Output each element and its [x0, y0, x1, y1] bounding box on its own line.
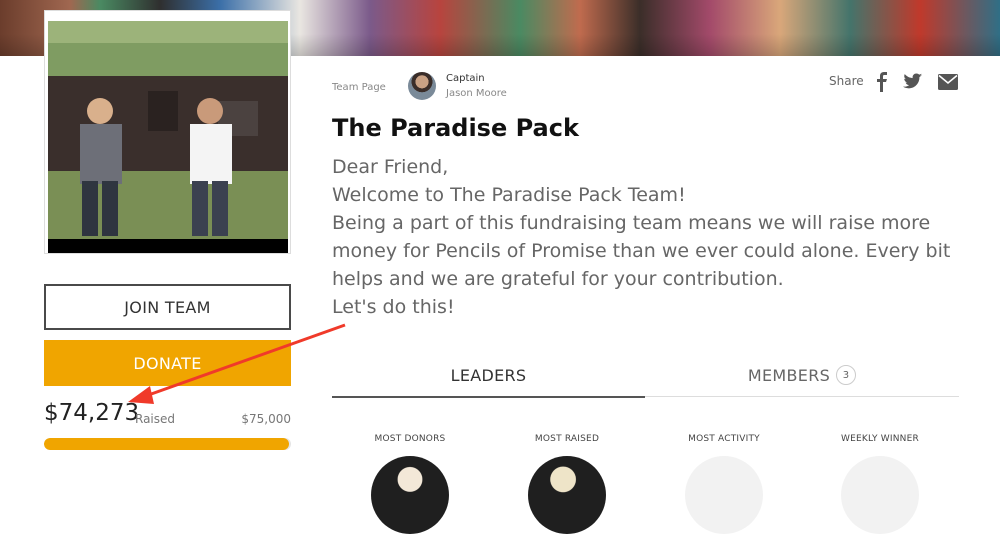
share-label: Share: [829, 74, 864, 88]
category-most-activity: MOST ACTIVITY: [688, 434, 760, 444]
raised-label: Raised: [135, 412, 176, 426]
tab-leaders-label: LEADERS: [450, 365, 527, 385]
leader-avatar[interactable]: [841, 456, 919, 534]
leaders-members-tabs: LEADERS MEMBERS 3: [332, 354, 959, 398]
members-count-badge: 3: [836, 365, 857, 385]
category-weekly-winner: WEEKLY WINNER: [841, 434, 919, 444]
tab-members[interactable]: MEMBERS 3: [645, 354, 959, 397]
description-line: Being a part of this fundraising team me…: [332, 212, 951, 290]
email-icon[interactable]: [938, 74, 958, 90]
raised-amount: $74,273: [44, 400, 140, 426]
category-most-donors: MOST DONORS: [374, 434, 446, 444]
tab-members-label: MEMBERS: [747, 365, 831, 385]
team-description: Dear Friend, Welcome to The Paradise Pac…: [332, 153, 962, 321]
captain-name[interactable]: Jason Moore: [446, 88, 507, 99]
donate-button[interactable]: DONATE: [44, 340, 291, 386]
leader-avatar[interactable]: [685, 456, 763, 534]
facebook-icon[interactable]: [876, 72, 888, 92]
twitter-icon[interactable]: [903, 72, 923, 90]
description-line: Dear Friend,: [332, 156, 449, 178]
description-line: Let's do this!: [332, 296, 455, 318]
captain-role-label: Captain: [446, 73, 485, 84]
join-team-button[interactable]: JOIN TEAM: [44, 284, 291, 330]
description-line: Welcome to The Paradise Pack Team!: [332, 184, 686, 206]
page-title: The Paradise Pack: [332, 114, 579, 142]
team-page-label: Team Page: [332, 82, 386, 93]
leader-avatar[interactable]: [371, 456, 449, 534]
fundraising-progress-bar: [44, 438, 291, 450]
team-photo-frame: [44, 10, 291, 254]
team-photo: [48, 21, 288, 253]
avatar[interactable]: [408, 72, 436, 100]
category-most-raised: MOST RAISED: [534, 434, 600, 444]
leader-avatar[interactable]: [528, 456, 606, 534]
goal-amount: $75,000: [241, 412, 291, 426]
fundraising-progress-fill: [44, 438, 289, 450]
tab-leaders[interactable]: LEADERS: [332, 354, 645, 398]
